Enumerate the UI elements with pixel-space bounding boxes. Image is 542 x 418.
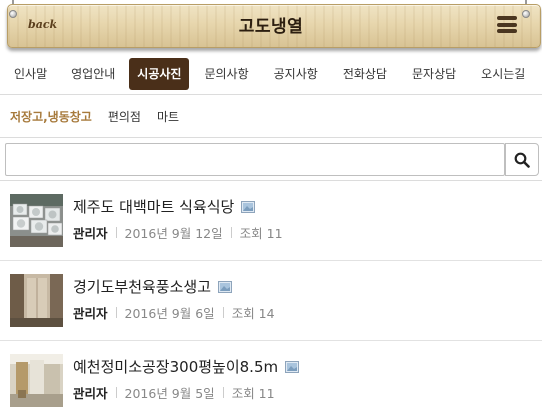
search-input[interactable] — [5, 143, 505, 176]
sub-item-storage-freezer[interactable]: 저장고,냉동창고 — [10, 108, 92, 125]
post-title-text[interactable]: 경기도부천육풍소생고 — [73, 276, 211, 297]
nav-item-notices[interactable]: 공지사항 — [274, 58, 318, 90]
nav-item-sms-consult[interactable]: 문자상담 — [412, 58, 456, 90]
search-bar — [5, 143, 539, 176]
sub-nav: 저장고,냉동창고 편의점 마트 — [10, 106, 195, 126]
post-author: 관리자 — [73, 386, 108, 401]
site-title: 고도냉열 — [238, 17, 304, 37]
post-views: 조회 14 — [231, 306, 275, 321]
post-title-text[interactable]: 제주도 대백마트 식육식당 — [73, 196, 234, 217]
post-date: 2016년 9월 12일 — [124, 226, 223, 241]
image-icon — [218, 280, 233, 293]
post-date: 2016년 9월 5일 — [124, 386, 215, 401]
post-thumbnail[interactable] — [10, 354, 63, 407]
sub-item-mart[interactable]: 마트 — [157, 108, 179, 125]
list-item[interactable]: 경기도부천육풍소생고 관리자 2016년 9월 6일 조회 14 — [0, 261, 542, 341]
header: back 고도냉열 — [0, 0, 542, 52]
meta-separator — [222, 387, 224, 398]
meta-separator — [222, 307, 224, 318]
meta-separator — [115, 307, 117, 318]
divider — [0, 137, 542, 138]
nav-item-construction-photos[interactable]: 시공사진 — [129, 58, 190, 90]
post-title[interactable]: 경기도부천육풍소생고 — [73, 276, 233, 297]
list-item[interactable]: 제주도 대백마트 식육식당 관리자 2016년 9월 12일 조회 11 — [0, 181, 542, 261]
nav-item-business-info[interactable]: 영업안내 — [71, 58, 115, 90]
meta-separator — [230, 227, 232, 238]
search-button[interactable] — [505, 143, 539, 176]
meta-separator — [115, 227, 117, 238]
post-thumbnail[interactable] — [10, 274, 63, 327]
nav-item-inquiries[interactable]: 문의사항 — [204, 58, 248, 90]
post-thumbnail[interactable] — [10, 194, 63, 247]
list-item[interactable]: 예천정미소공장300평높이8.5m 관리자 2016년 9월 5일 조회 11 — [0, 341, 542, 418]
meta-separator — [115, 387, 117, 398]
nav-item-greeting[interactable]: 인사말 — [14, 58, 47, 90]
post-author: 관리자 — [73, 226, 108, 241]
post-meta: 관리자 2016년 9월 5일 조회 11 — [73, 383, 275, 402]
post-author: 관리자 — [73, 306, 108, 321]
nav-item-directions[interactable]: 오시는길 — [481, 58, 525, 90]
sub-item-convenience-store[interactable]: 편의점 — [108, 108, 141, 125]
divider — [0, 94, 542, 95]
post-title[interactable]: 제주도 대백마트 식육식당 — [73, 196, 256, 217]
post-list: 제주도 대백마트 식육식당 관리자 2016년 9월 12일 조회 11 경기도… — [0, 181, 542, 418]
image-icon — [241, 200, 256, 213]
post-meta: 관리자 2016년 9월 12일 조회 11 — [73, 223, 283, 242]
main-nav: 인사말 영업안내 시공사진 문의사항 공지사항 전화상담 문자상담 오시는길 — [0, 56, 542, 92]
post-views: 조회 11 — [231, 386, 275, 401]
post-title-text[interactable]: 예천정미소공장300평높이8.5m — [73, 356, 278, 377]
post-meta: 관리자 2016년 9월 6일 조회 14 — [73, 303, 275, 322]
nav-item-phone-consult[interactable]: 전화상담 — [343, 58, 387, 90]
image-icon — [285, 360, 300, 373]
search-icon — [514, 152, 530, 168]
post-title[interactable]: 예천정미소공장300평높이8.5m — [73, 356, 300, 377]
post-date: 2016년 9월 6일 — [124, 306, 215, 321]
post-views: 조회 11 — [239, 226, 283, 241]
hamburger-icon[interactable] — [497, 16, 517, 33]
